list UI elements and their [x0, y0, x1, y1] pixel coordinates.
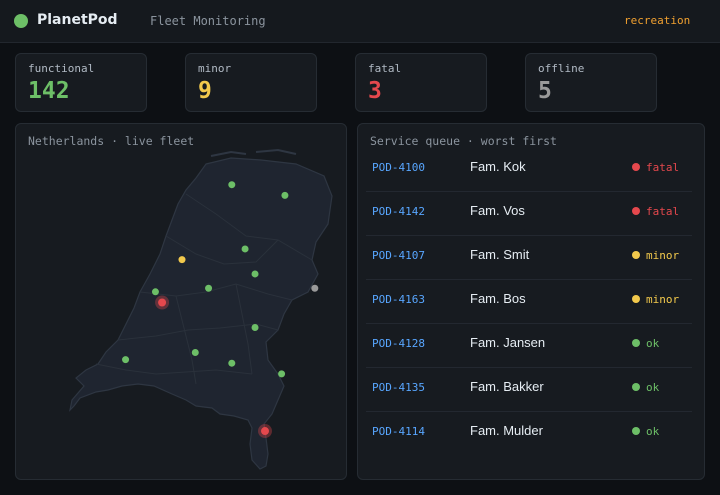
stat-value: 9 — [198, 78, 212, 104]
stat-label: minor — [198, 62, 232, 75]
pod-marker-ok[interactable] — [191, 348, 199, 356]
pod-marker-ok[interactable] — [281, 191, 289, 199]
pod-marker-ok[interactable] — [241, 245, 249, 253]
top-bar: PlanetPod Fleet Monitoring recreation — [0, 0, 720, 43]
map-title: Netherlands · live fleet — [28, 134, 195, 148]
pod-marker-minor[interactable] — [178, 256, 186, 264]
pod-marker-fatal[interactable] — [158, 298, 167, 307]
queue-row[interactable]: POD-4114 Fam. Mulder ok — [366, 412, 692, 456]
customer-name: Fam. Smit — [470, 247, 530, 262]
stat-card-offline: offline 5 — [525, 53, 657, 112]
status-dot-icon — [632, 427, 640, 435]
status-label: minor — [646, 249, 680, 262]
pod-id[interactable]: POD-4128 — [372, 337, 425, 350]
pod-marker-ok[interactable] — [251, 323, 259, 331]
stat-card-fatal: fatal 3 — [355, 53, 487, 112]
brand-name: PlanetPod — [37, 12, 118, 28]
pod-marker-ok[interactable] — [122, 356, 130, 364]
app-subtitle: Fleet Monitoring — [150, 14, 266, 28]
queue-row[interactable]: POD-4163 Fam. Bos minor — [366, 280, 692, 324]
customer-name: Fam. Bos — [470, 291, 526, 306]
pod-id[interactable]: POD-4163 — [372, 293, 425, 306]
customer-name: Fam. Kok — [470, 159, 526, 174]
pod-id[interactable]: POD-4142 — [372, 205, 425, 218]
logo-dot-icon — [14, 14, 28, 28]
customer-name: Fam. Mulder — [470, 423, 543, 438]
status-dot-icon — [632, 383, 640, 391]
netherlands-outline — [69, 148, 333, 470]
stat-label: fatal — [368, 62, 402, 75]
status-label: ok — [646, 381, 660, 394]
status-label: fatal — [646, 161, 680, 174]
customer-name: Fam. Bakker — [470, 379, 544, 394]
status-dot-icon — [632, 163, 640, 171]
pod-marker-offline[interactable] — [311, 284, 319, 292]
stat-card-minor: minor 9 — [185, 53, 317, 112]
pod-marker-ok[interactable] — [251, 270, 259, 278]
stat-value: 5 — [538, 78, 552, 104]
map-panel: Netherlands · live fleet — [15, 123, 347, 480]
status-label: ok — [646, 337, 660, 350]
mode-badge[interactable]: recreation — [624, 14, 690, 27]
status-label: fatal — [646, 205, 680, 218]
queue-row[interactable]: POD-4135 Fam. Bakker ok — [366, 368, 692, 412]
fleet-map[interactable] — [16, 124, 348, 481]
status-dot-icon — [632, 339, 640, 347]
pod-id[interactable]: POD-4107 — [372, 249, 425, 262]
queue-row[interactable]: POD-4107 Fam. Smit minor — [366, 236, 692, 280]
status-dot-icon — [632, 207, 640, 215]
pod-marker-ok[interactable] — [228, 181, 236, 189]
pod-id[interactable]: POD-4100 — [372, 161, 425, 174]
status-label: minor — [646, 293, 680, 306]
stat-card-functional: functional 142 — [15, 53, 147, 112]
queue-row[interactable]: POD-4128 Fam. Jansen ok — [366, 324, 692, 368]
queue-row[interactable]: POD-4100 Fam. Kok fatal — [366, 148, 692, 192]
queue-row[interactable]: POD-4142 Fam. Vos fatal — [366, 192, 692, 236]
status-dot-icon — [632, 295, 640, 303]
stat-label: functional — [28, 62, 95, 75]
stat-label: offline — [538, 62, 585, 75]
customer-name: Fam. Vos — [470, 203, 525, 218]
pod-id[interactable]: POD-4135 — [372, 381, 425, 394]
stat-value: 3 — [368, 78, 382, 104]
pod-id[interactable]: POD-4114 — [372, 425, 425, 438]
service-queue-panel: Service queue · worst first POD-4100 Fam… — [357, 123, 705, 480]
pod-marker-ok[interactable] — [278, 370, 286, 378]
stat-value: 142 — [28, 78, 70, 104]
pod-marker-ok[interactable] — [205, 284, 213, 292]
status-dot-icon — [632, 251, 640, 259]
status-label: ok — [646, 425, 660, 438]
queue-title: Service queue · worst first — [370, 134, 557, 148]
customer-name: Fam. Jansen — [470, 335, 546, 350]
pod-marker-ok[interactable] — [228, 359, 236, 367]
pod-marker-ok[interactable] — [151, 288, 159, 296]
pod-marker-fatal[interactable] — [261, 427, 269, 436]
